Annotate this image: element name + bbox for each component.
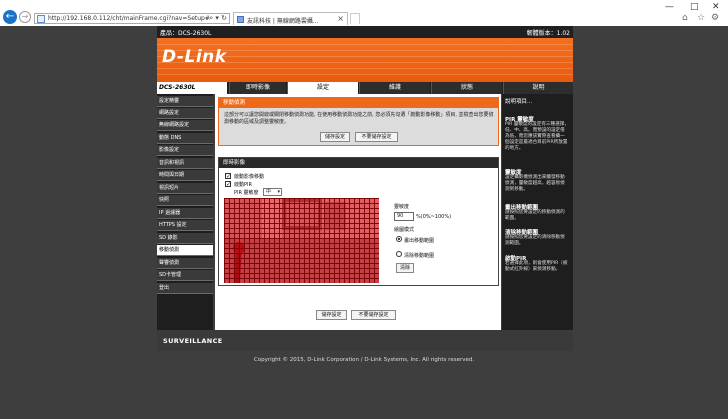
sidebar-item-image[interactable]: 影像設定	[157, 145, 213, 156]
new-tab-button[interactable]	[350, 13, 360, 24]
product-label: 產品：DCS-2630L	[160, 30, 212, 37]
maximize-icon[interactable]: □	[690, 2, 699, 12]
clear-button[interactable]: 清除	[396, 263, 414, 273]
sidebar-item-ddns[interactable]: 動態 DNS	[157, 133, 213, 144]
motion-grid-overlay[interactable]	[224, 198, 379, 283]
address-bar[interactable]: http://192.168.0.112/cht/mainFrame.cgi?n…	[34, 13, 230, 24]
help-text-draw: 請按照您要設定的移動偵測的範圍。	[505, 210, 565, 221]
sensitivity-range: %(0%~100%)	[416, 214, 452, 220]
tab-maintenance[interactable]: 維護	[359, 82, 430, 94]
pir-sensitivity-label: PIR 靈敏度	[234, 190, 259, 196]
tab-setup[interactable]: 設定	[287, 82, 358, 94]
draw-mode-label: 繪圖模式	[394, 227, 415, 233]
help-text-enable-pir: 若選擇此項，則會使用PIR（被動式紅外線）來偵測移動。	[505, 261, 568, 272]
sidebar-item-logout[interactable]: 登出	[157, 283, 213, 294]
search-refresh-icon[interactable]: ⌕ ▾ ↻	[209, 14, 227, 23]
draw-mode-radio[interactable]	[396, 236, 402, 242]
chevron-down-icon: ▾	[277, 189, 280, 195]
sidebar-item-sd-record[interactable]: SD 錄影	[157, 233, 213, 244]
browser-tab[interactable]: 友訊科技 | 無線網路雲攝... ×	[233, 12, 348, 25]
favorites-star-icon[interactable]: ☆	[697, 13, 705, 23]
sensitivity-label: 靈敏度	[394, 204, 410, 210]
sidebar-item-wireless[interactable]: 無線網路設定	[157, 120, 213, 131]
copyright-text: Copyright © 2015, D-Link Corporation / D…	[253, 357, 475, 363]
tab-live-video[interactable]: 即時影像	[229, 82, 286, 94]
enable-pir-checkbox[interactable]: ✓	[225, 181, 231, 188]
enable-video-motion-label: 啟動影像移動	[234, 174, 265, 180]
erase-mode-radio[interactable]	[396, 251, 402, 257]
enable-video-motion-checkbox[interactable]: ✓	[225, 173, 231, 180]
model-label: DCS-2630L	[157, 82, 227, 94]
sidebar-item-video-clip[interactable]: 視訊短片	[157, 183, 213, 194]
sidebar-item-https[interactable]: HTTPS 設定	[157, 220, 213, 231]
save-button-top[interactable]: 儲存設定	[320, 132, 350, 142]
help-text-pir-sensitivity: PIR 靈敏度的設定有三種選擇，低、中、高。而預設的設定值為低，而您應該實際查看…	[505, 122, 569, 151]
tab-title: 友訊科技 | 無線網路雲攝...	[247, 18, 319, 25]
surveillance-logo: SURVEILLANCE	[163, 337, 223, 345]
help-title: 說明項目...	[505, 99, 533, 105]
erase-mode-option: 清除移動範圍	[404, 253, 435, 259]
sidebar-item-snapshot[interactable]: 快照	[157, 195, 213, 206]
url-text[interactable]: http://192.168.0.112/cht/mainFrame.cgi?n…	[48, 15, 210, 22]
motion-section-title: 移動偵測	[219, 98, 498, 108]
browser-chrome: ← → http://192.168.0.112/cht/mainFrame.c…	[0, 0, 728, 26]
sidebar-item-audio-video[interactable]: 音訊和視訊	[157, 158, 213, 169]
minimize-icon[interactable]: —	[665, 2, 674, 12]
tab-favicon-icon	[237, 16, 244, 23]
save-button-bottom[interactable]: 儲存設定	[316, 310, 347, 320]
home-icon[interactable]: ⌂	[682, 13, 688, 23]
pir-sensitivity-value: 中	[266, 189, 272, 195]
tab-close-icon[interactable]: ×	[337, 14, 344, 23]
dont-save-button-bottom[interactable]: 不要儲存設定	[351, 310, 396, 320]
sidebar-item-wizard[interactable]: 設定精靈	[157, 96, 213, 107]
sidebar-item-sound-detection[interactable]: 聲響偵測	[157, 258, 213, 269]
sidebar-item-time-date[interactable]: 時間與日期	[157, 170, 213, 181]
dlink-logo: D-Link	[162, 47, 227, 67]
page-icon	[37, 15, 45, 23]
sidebar-item-ip-filter[interactable]: IP 過濾器	[157, 208, 213, 219]
pir-sensitivity-select[interactable]: 中 ▾	[263, 188, 282, 196]
tab-help[interactable]: 說明	[503, 82, 573, 94]
video-preview[interactable]	[224, 198, 379, 283]
sensitivity-input[interactable]: 90	[394, 212, 414, 221]
brand-banner: D-Link	[157, 38, 573, 82]
back-arrow-icon[interactable]: ←	[3, 10, 17, 24]
settings-gear-icon[interactable]: ⚙	[711, 13, 719, 23]
close-window-icon[interactable]: ✕	[712, 2, 720, 12]
sidebar-item-sd-management[interactable]: SD卡管理	[157, 270, 213, 281]
sidebar-item-network[interactable]: 網路設定	[157, 108, 213, 119]
enable-pir-label: 啟動PIR	[234, 182, 252, 188]
product-bar: 產品：DCS-2630L 韌體版本：1.02	[157, 26, 573, 38]
tab-status[interactable]: 狀態	[431, 82, 502, 94]
sidebar-item-motion-detection[interactable]: 移動偵測	[157, 245, 213, 256]
help-text-sensitivity: 設定攝影機偵測出來觸發移動偵測，靈敏度越高，越容易偵測到移動。	[505, 175, 565, 192]
motion-description: 這部分可以讓您開啟或關閉移動偵測功能, 在使用移動偵測功能之前, 您必須先勾選「…	[224, 112, 494, 125]
forward-arrow-icon[interactable]: →	[19, 11, 31, 23]
dont-save-button-top[interactable]: 不要儲存設定	[355, 132, 398, 142]
live-section-title: 即時影像	[219, 158, 498, 168]
draw-mode-option: 畫出移動範圍	[404, 238, 435, 244]
firmware-label: 韌體版本：1.02	[526, 30, 570, 37]
help-text-erase: 請按照您要設定的清除移動偵測範圍。	[505, 235, 565, 246]
